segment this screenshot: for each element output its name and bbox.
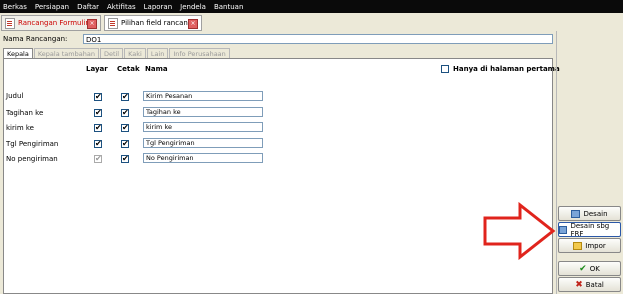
name-label: Nama Rancangan: — [3, 35, 68, 43]
monitor-icon — [559, 225, 568, 234]
cetak-checkbox[interactable] — [121, 154, 129, 164]
row-label-judul: Judul — [6, 92, 24, 100]
desain-button-label: Desain — [583, 209, 608, 218]
layar-checkbox — [94, 154, 102, 164]
ok-button[interactable]: ✔ OK — [558, 261, 621, 276]
desain-frf-button[interactable]: Desain sbg FRF — [558, 221, 621, 238]
name-row: Nama Rancangan: DO1 — [3, 33, 553, 45]
nama-field[interactable]: Tagihan ke — [143, 107, 263, 117]
document-icon — [108, 17, 118, 29]
only-first-page-option[interactable]: Hanya di halaman pertama — [441, 65, 560, 73]
column-header-nama: Nama — [145, 65, 168, 73]
desain-button[interactable]: Desain — [558, 206, 621, 221]
tab-info-perusahaan[interactable]: Info Perusahaan — [169, 48, 230, 58]
tab-lain[interactable]: Lain — [146, 48, 169, 58]
menu-jendela[interactable]: Jendela — [180, 3, 206, 11]
row-label-tagihan-ke: Tagihan ke — [6, 109, 44, 117]
menu-bar: Berkas Persiapan Daftar Aktifitas Lapora… — [0, 0, 623, 13]
check-icon: ✔ — [579, 263, 587, 274]
desain-frf-button-label: Desain sbg FRF — [570, 221, 610, 238]
layar-checkbox[interactable] — [94, 108, 102, 118]
menu-berkas[interactable]: Berkas — [3, 3, 27, 11]
doc-tab-label: Pilihan field rancan... — [121, 19, 195, 27]
row-label-no-pengiriman: No pengiriman — [6, 155, 58, 163]
document-tabs: Rancangan Formulir × Pilihan field ranca… — [0, 14, 623, 32]
name-input[interactable]: DO1 — [83, 34, 553, 44]
document-icon — [5, 17, 15, 29]
menu-persiapan[interactable]: Persiapan — [35, 3, 69, 11]
only-first-page-label: Hanya di halaman pertama — [453, 65, 560, 73]
doc-tab-label: Rancangan Formulir — [18, 19, 89, 27]
cetak-checkbox[interactable] — [121, 123, 129, 133]
row-label-kirim-ke: kirim ke — [6, 124, 34, 132]
x-icon: ✖ — [575, 279, 583, 290]
impor-button-label: Impor — [585, 241, 606, 250]
nama-field[interactable]: kirim ke — [143, 122, 263, 132]
nama-field[interactable]: Tgl Pengiriman — [143, 138, 263, 148]
tab-kaki[interactable]: Kaki — [124, 48, 146, 58]
column-header-cetak: Cetak — [117, 65, 140, 73]
layar-checkbox[interactable] — [94, 92, 102, 102]
menu-bantuan[interactable]: Bantuan — [214, 3, 243, 11]
batal-button[interactable]: ✖ Batal — [558, 277, 621, 292]
nama-field[interactable]: Kirim Pesanan — [143, 91, 263, 101]
cetak-checkbox[interactable] — [121, 108, 129, 118]
kepala-panel — [3, 58, 553, 294]
tab-detil[interactable]: Detil — [99, 48, 124, 58]
doc-tab-pilihan-field[interactable]: Pilihan field rancan... × — [104, 15, 202, 31]
close-icon[interactable]: × — [188, 19, 198, 29]
only-first-page-checkbox[interactable] — [441, 65, 449, 73]
menu-aktifitas[interactable]: Aktifitas — [107, 3, 136, 11]
cetak-checkbox[interactable] — [121, 92, 129, 102]
tab-kepala[interactable]: Kepala — [3, 48, 33, 58]
layar-checkbox[interactable] — [94, 123, 102, 133]
nama-field[interactable]: No Pengiriman — [143, 153, 263, 163]
tab-kepala-tambahan[interactable]: Kepala tambahan — [33, 48, 99, 58]
cetak-checkbox[interactable] — [121, 139, 129, 149]
menu-laporan[interactable]: Laporan — [144, 3, 173, 11]
folder-icon — [573, 241, 583, 250]
doc-tab-rancangan-formulir[interactable]: Rancangan Formulir × — [1, 15, 101, 31]
monitor-icon — [571, 209, 581, 218]
column-header-layar: Layar — [86, 65, 108, 73]
menu-daftar[interactable]: Daftar — [77, 3, 99, 11]
impor-button[interactable]: Impor — [558, 238, 621, 253]
row-label-tgl-pengiriman: Tgl Pengiriman — [6, 140, 59, 148]
sidebar-divider — [556, 31, 557, 294]
close-icon[interactable]: × — [87, 19, 97, 29]
batal-button-label: Batal — [585, 280, 604, 289]
ok-button-label: OK — [589, 264, 600, 273]
layar-checkbox[interactable] — [94, 139, 102, 149]
annotation-arrow-icon — [483, 202, 556, 260]
